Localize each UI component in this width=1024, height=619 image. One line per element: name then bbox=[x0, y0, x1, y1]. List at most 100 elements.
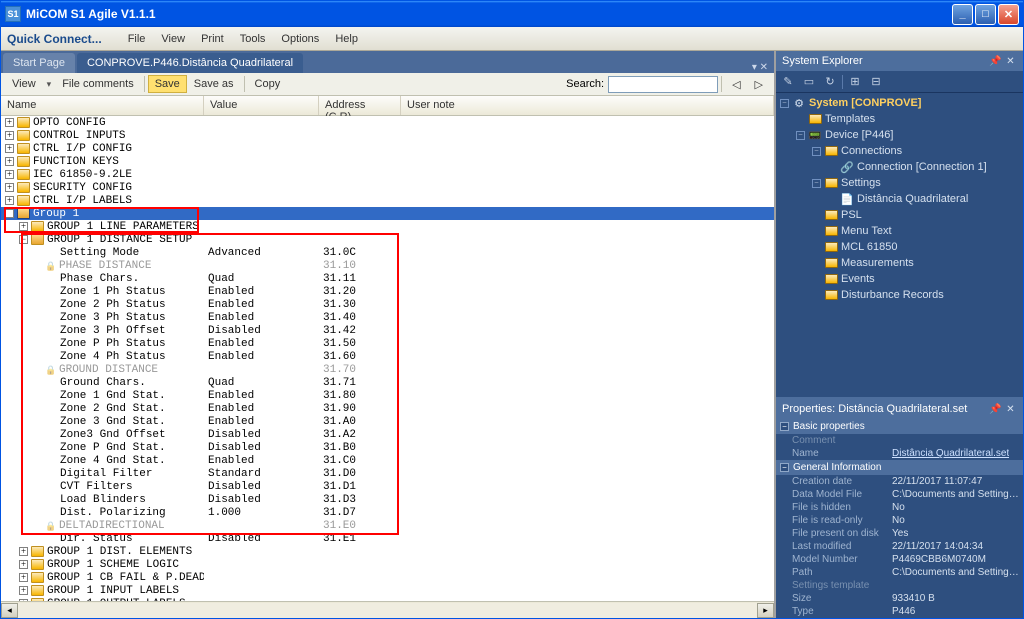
tree-row[interactable]: +CONTROL INPUTS bbox=[1, 129, 774, 142]
system-tree[interactable]: −⚙System [CONPROVE] Templates −📟Device [… bbox=[776, 93, 1023, 397]
maximize-button[interactable]: □ bbox=[975, 4, 996, 25]
menu-options[interactable]: Options bbox=[273, 30, 327, 48]
system-tree-item[interactable]: −Connections bbox=[776, 143, 1023, 159]
tree-row[interactable]: GROUND DISTANCE31.70 bbox=[1, 363, 774, 376]
tree-row[interactable]: +SECURITY CONFIG bbox=[1, 181, 774, 194]
pin-icon[interactable]: 📌 bbox=[989, 55, 1002, 68]
tree-row[interactable]: Zone 4 Gnd Stat.Enabled31.C0 bbox=[1, 454, 774, 467]
property-row[interactable]: File is read-onlyNo bbox=[776, 514, 1023, 527]
tree-row[interactable]: +OPTO CONFIG bbox=[1, 116, 774, 129]
expand-all-icon[interactable]: ⊞ bbox=[846, 73, 864, 91]
menu-view[interactable]: View bbox=[153, 30, 193, 48]
expander-icon[interactable]: + bbox=[5, 144, 14, 153]
tree-row[interactable]: Dir. StatusDisabled31.E1 bbox=[1, 532, 774, 545]
col-address[interactable]: Address (C.R) bbox=[319, 96, 401, 115]
search-next-button[interactable]: ▷ bbox=[748, 75, 770, 94]
tree-row[interactable]: +CTRL I/P LABELS bbox=[1, 194, 774, 207]
tree-row[interactable]: Zone3 Gnd OffsetDisabled31.A2 bbox=[1, 428, 774, 441]
panel-close-button[interactable]: ✕ bbox=[1004, 403, 1017, 416]
tree-row[interactable]: Zone 2 Gnd Stat.Enabled31.90 bbox=[1, 402, 774, 415]
tree-row[interactable]: +IEC 61850-9.2LE bbox=[1, 168, 774, 181]
search-prev-button[interactable]: ◁ bbox=[725, 75, 747, 94]
save-as-button[interactable]: Save as bbox=[187, 75, 241, 93]
property-row[interactable]: PathC:\Documents and Settings\Supor bbox=[776, 566, 1023, 579]
expander-icon[interactable]: + bbox=[5, 196, 14, 205]
chevron-down-icon[interactable]: ▾ bbox=[43, 79, 56, 90]
tab-active-document[interactable]: CONPROVE.P446.Distância Quadrilateral bbox=[77, 53, 303, 73]
system-tree-item[interactable]: Templates bbox=[776, 111, 1023, 127]
system-tree-item[interactable]: 🔗Connection [Connection 1] bbox=[776, 159, 1023, 175]
tree-row[interactable]: Zone 4 Ph StatusEnabled31.60 bbox=[1, 350, 774, 363]
tree-row[interactable]: CVT FiltersDisabled31.D1 bbox=[1, 480, 774, 493]
expander-icon[interactable]: + bbox=[5, 170, 14, 179]
property-row[interactable]: Comment bbox=[776, 434, 1023, 447]
expander-icon[interactable]: + bbox=[19, 222, 28, 231]
tree-row[interactable]: Zone 3 Ph OffsetDisabled31.42 bbox=[1, 324, 774, 337]
system-tree-item[interactable]: −⚙System [CONPROVE] bbox=[776, 95, 1023, 111]
tree-row[interactable]: Zone P Gnd Stat.Disabled31.B0 bbox=[1, 441, 774, 454]
tab-start-page[interactable]: Start Page bbox=[3, 53, 75, 73]
properties-section-general[interactable]: −General Information bbox=[776, 460, 1023, 475]
file-comments-button[interactable]: File comments bbox=[55, 75, 141, 93]
tree-row[interactable]: PHASE DISTANCE31.10 bbox=[1, 259, 774, 272]
property-row[interactable]: Settings template bbox=[776, 579, 1023, 592]
property-row[interactable]: Size933410 B bbox=[776, 592, 1023, 605]
panel-close-button[interactable]: ✕ bbox=[1004, 55, 1017, 68]
expander-icon[interactable]: − bbox=[5, 209, 14, 218]
col-name[interactable]: Name bbox=[1, 96, 204, 115]
property-row[interactable]: Model NumberP4469CBB6M0740M bbox=[776, 553, 1023, 566]
system-tree-item[interactable]: −Settings bbox=[776, 175, 1023, 191]
property-row[interactable]: Data Model FileC:\Documents and Settings… bbox=[776, 488, 1023, 501]
menu-print[interactable]: Print bbox=[193, 30, 232, 48]
expander-icon[interactable]: + bbox=[19, 573, 28, 582]
tree-row[interactable]: +FUNCTION KEYS bbox=[1, 155, 774, 168]
property-row[interactable]: TypeP446 bbox=[776, 605, 1023, 618]
tree-row[interactable]: DELTADIRECTIONAL31.E0 bbox=[1, 519, 774, 532]
minimize-button[interactable]: _ bbox=[952, 4, 973, 25]
system-tree-item[interactable]: Disturbance Records bbox=[776, 287, 1023, 303]
refresh-icon[interactable]: ↻ bbox=[821, 73, 839, 91]
tree-row[interactable]: +GROUP 1 INPUT LABELS bbox=[1, 584, 774, 597]
property-row[interactable]: File present on diskYes bbox=[776, 527, 1023, 540]
copy-button[interactable]: Copy bbox=[248, 75, 288, 93]
system-tree-item[interactable]: Events bbox=[776, 271, 1023, 287]
tree-row[interactable]: Zone P Ph StatusEnabled31.50 bbox=[1, 337, 774, 350]
tree-row[interactable]: Dist. Polarizing1.00031.D7 bbox=[1, 506, 774, 519]
property-row[interactable]: Last modified22/11/2017 14:04:34 bbox=[776, 540, 1023, 553]
menu-tools[interactable]: Tools bbox=[232, 30, 274, 48]
settings-tree[interactable]: +OPTO CONFIG+CONTROL INPUTS+CTRL I/P CON… bbox=[1, 116, 774, 601]
view-button[interactable]: View bbox=[5, 75, 43, 93]
properties-section-basic[interactable]: −Basic properties bbox=[776, 419, 1023, 434]
system-tree-item[interactable]: Measurements bbox=[776, 255, 1023, 271]
tree-row[interactable]: Zone 1 Ph StatusEnabled31.20 bbox=[1, 285, 774, 298]
tree-row[interactable]: Phase Chars.Quad31.11 bbox=[1, 272, 774, 285]
tree-row[interactable]: Digital FilterStandard31.D0 bbox=[1, 467, 774, 480]
edit-icon[interactable]: ✎ bbox=[779, 73, 797, 91]
tree-row[interactable]: Zone 3 Ph StatusEnabled31.40 bbox=[1, 311, 774, 324]
tree-row[interactable]: −Group 1 bbox=[1, 207, 774, 220]
close-button[interactable]: ✕ bbox=[998, 4, 1019, 25]
tree-row[interactable]: +GROUP 1 SCHEME LOGIC bbox=[1, 558, 774, 571]
tree-row[interactable]: Zone 2 Ph StatusEnabled31.30 bbox=[1, 298, 774, 311]
quick-connect-button[interactable]: Quick Connect... bbox=[7, 32, 102, 46]
tree-row[interactable]: +GROUP 1 OUTPUT LABELS bbox=[1, 597, 774, 601]
horizontal-scrollbar[interactable]: ◂ ▸ bbox=[1, 601, 774, 618]
expander-icon[interactable]: + bbox=[5, 118, 14, 127]
tree-row[interactable]: +GROUP 1 DIST. ELEMENTS bbox=[1, 545, 774, 558]
system-tree-item[interactable]: 📄Distância Quadrilateral bbox=[776, 191, 1023, 207]
system-tree-item[interactable]: MCL 61850 bbox=[776, 239, 1023, 255]
expander-icon[interactable]: + bbox=[19, 599, 28, 601]
tree-row[interactable]: Ground Chars.Quad31.71 bbox=[1, 376, 774, 389]
property-row[interactable]: Creation date22/11/2017 11:07:47 bbox=[776, 475, 1023, 488]
col-value[interactable]: Value bbox=[204, 96, 319, 115]
system-tree-item[interactable]: PSL bbox=[776, 207, 1023, 223]
tree-row[interactable]: +GROUP 1 CB FAIL & P.DEAD bbox=[1, 571, 774, 584]
save-button[interactable]: Save bbox=[148, 75, 187, 93]
expander-icon[interactable]: + bbox=[19, 547, 28, 556]
col-user-note[interactable]: User note bbox=[401, 96, 774, 115]
folder-icon[interactable]: ▭ bbox=[800, 73, 818, 91]
tree-row[interactable]: Zone 1 Gnd Stat.Enabled31.80 bbox=[1, 389, 774, 402]
property-row[interactable]: NameDistância Quadrilateral.set bbox=[776, 447, 1023, 460]
tree-row[interactable]: Setting ModeAdvanced31.0C bbox=[1, 246, 774, 259]
menu-help[interactable]: Help bbox=[327, 30, 366, 48]
